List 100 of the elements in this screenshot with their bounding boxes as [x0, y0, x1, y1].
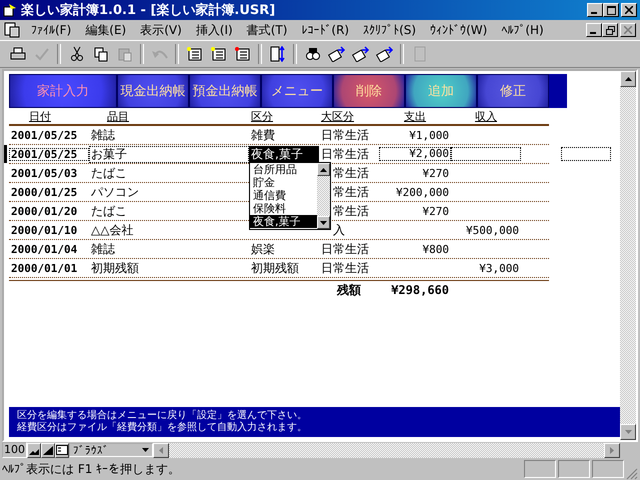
table-cell-text: 2000/01/25	[10, 186, 78, 198]
app-icon	[3, 3, 17, 17]
table-cell-text: 娯楽	[250, 240, 276, 258]
table-cell: 夜食,菓子	[249, 146, 319, 162]
chart-button[interactable]	[27, 442, 41, 458]
dropdown-arrow-icon	[142, 448, 149, 452]
close-icon	[624, 26, 632, 34]
window-title: 楽しい家計簿1.0.1 - [楽しい家計簿.USR]	[21, 2, 276, 19]
table-cell-text: ¥270	[422, 204, 450, 218]
table-cell-text: 初期残額	[250, 260, 300, 276]
scroll-down-button[interactable]	[317, 216, 330, 229]
table-cell: ¥2,000	[379, 147, 451, 161]
table-cell-text: 常生活	[333, 184, 370, 200]
table-cell-text: 2000/01/20	[10, 204, 78, 218]
table-cell-text: ¥500,000	[465, 224, 520, 236]
total-value: ¥298,660	[390, 283, 450, 297]
table-cell: お菓子	[89, 146, 249, 162]
table-cell-text: ¥3,000	[478, 262, 520, 274]
chart-button[interactable]	[41, 442, 55, 458]
scroll-left-button[interactable]	[153, 442, 169, 458]
down-arrow-icon	[320, 220, 327, 224]
row-indicator	[4, 145, 7, 163]
maximize-icon	[606, 6, 616, 14]
document-icon[interactable]	[4, 22, 20, 38]
scroll-up-button[interactable]	[317, 163, 330, 176]
list-item[interactable]: 通信費	[250, 189, 317, 202]
minimize-button[interactable]	[586, 23, 602, 37]
table-cell-text: ¥270	[422, 166, 450, 180]
list-item[interactable]: 貯金	[250, 176, 317, 189]
view-dropdown[interactable]: ﾌﾞﾗｳｽﾞ	[69, 443, 153, 457]
menu-item[interactable]: ﾚｺｰﾄﾞ(R)	[294, 23, 356, 37]
column-header: 区分	[250, 109, 274, 124]
menu-item[interactable]: ﾍﾙﾌﾟ(H)	[494, 23, 551, 37]
column-header: 日付	[28, 109, 52, 124]
menu-item[interactable]: ﾌｧｲﾙ(F)	[24, 23, 78, 37]
status-panel	[592, 460, 624, 478]
close-button[interactable]	[621, 3, 637, 17]
dropdown-list[interactable]: 台所用品 貯金 通信費 保険料 夜食,菓子	[249, 162, 331, 230]
status-panel	[524, 460, 556, 478]
status-panel	[558, 460, 590, 478]
total-label: 残額	[336, 282, 362, 298]
menu-item[interactable]: 挿入(I)	[188, 22, 240, 38]
scroll-up-button[interactable]	[620, 71, 636, 87]
maximize-button[interactable]	[603, 3, 619, 17]
restore-button[interactable]	[602, 23, 618, 37]
resize-grip-icon	[626, 468, 638, 480]
nav-button[interactable]: 現金出納帳	[117, 74, 189, 108]
table-cell-text: 雑誌	[90, 240, 116, 258]
table-cell-text: 2000/01/10	[10, 224, 78, 236]
table-cell-text: ¥800	[422, 242, 450, 256]
zoom-field[interactable]: 100	[2, 442, 27, 458]
table-cell-text: 日常生活	[320, 126, 370, 144]
table-cell-text: ¥1,000	[408, 128, 450, 142]
column-header: 大区分	[320, 109, 355, 124]
restore-icon	[606, 26, 614, 34]
table-cell-text: 常生活	[333, 202, 370, 220]
close-button[interactable]	[620, 23, 636, 37]
info-text: 区分を編集する場合はメニューに戻り「設定」を選んで下さい。	[17, 410, 308, 422]
scroll-down-button[interactable]	[620, 424, 636, 440]
info-text: 経費区分はファイル「経費分類」を参照して自動入力されます。	[17, 422, 308, 434]
minimize-button[interactable]	[587, 3, 603, 17]
form-icon	[56, 445, 68, 455]
column-header: 収入	[474, 109, 498, 124]
right-arrow-icon	[610, 446, 614, 454]
table-cell-text: 雑費	[250, 126, 276, 144]
up-arrow-icon	[320, 168, 327, 172]
table-cell-text: パソコン	[90, 184, 140, 200]
column-header: 品目	[106, 109, 130, 124]
table-cell-text: 日常生活	[320, 260, 370, 276]
input-field[interactable]	[561, 147, 611, 161]
table-cell-text: 日常生活	[320, 240, 370, 258]
up-arrow-icon	[624, 77, 632, 81]
table-cell: 2001/05/25	[9, 148, 89, 160]
table-cell-text: 入	[333, 222, 346, 238]
scroll-right-button[interactable]	[604, 442, 620, 458]
table-cell-text: 2001/05/03	[10, 166, 78, 180]
left-arrow-icon	[159, 446, 163, 454]
table-cell-text: △△会社	[90, 222, 134, 238]
table-cell-text: 日常生活	[320, 146, 370, 162]
nav-button[interactable]: 預金出納帳	[189, 74, 261, 108]
column-header: 支出	[403, 109, 427, 124]
menu-item[interactable]: 編集(E)	[78, 22, 134, 38]
menu-item[interactable]: 表示(V)	[133, 22, 189, 38]
list-item[interactable]: 台所用品	[250, 163, 317, 176]
close-icon	[625, 6, 633, 14]
menu-item[interactable]: 書式(T)	[240, 22, 294, 38]
list-item[interactable]: 夜食,菓子	[250, 215, 317, 228]
down-arrow-icon	[624, 430, 632, 434]
table-cell-text: ¥200,000	[395, 186, 450, 198]
menu-item[interactable]: ｽｸﾘﾌﾟﾄ(S)	[356, 23, 424, 37]
table-cell-text: 常生活	[333, 164, 370, 182]
table-cell-text: 2001/05/25	[10, 128, 78, 142]
table-cell-text: 2000/01/01	[10, 262, 78, 274]
table-cell-text: 初期残額	[90, 260, 140, 276]
nav-button[interactable]: 修正	[477, 74, 549, 108]
menu-item[interactable]: ｳｨﾝﾄﾞｳ(W)	[423, 23, 494, 37]
form-view-button[interactable]	[55, 442, 69, 458]
nav-button[interactable]: メニュー	[261, 74, 333, 108]
table-cell-text: 2000/01/04	[10, 242, 78, 256]
list-item[interactable]: 保険料	[250, 202, 317, 215]
